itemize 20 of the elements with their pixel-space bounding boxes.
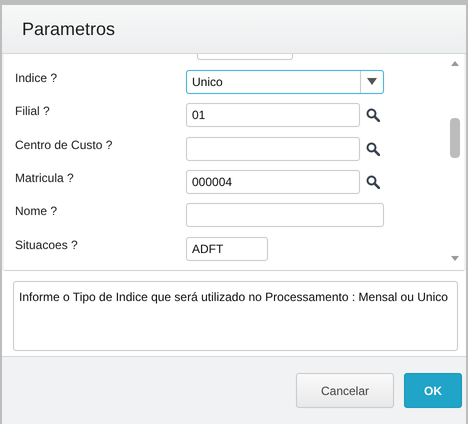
input-field[interactable] xyxy=(197,54,293,60)
search-icon[interactable] xyxy=(366,142,380,156)
field-label: Filial ? xyxy=(15,103,51,118)
field-label: Centro de Custo ? xyxy=(15,136,114,152)
input-field[interactable]: 01 xyxy=(186,103,360,128)
field-label: Situacoes ? xyxy=(15,236,79,252)
dialog-title: Parametros xyxy=(22,18,116,40)
input-field[interactable] xyxy=(186,203,384,228)
dropdown[interactable]: Unico xyxy=(186,70,384,94)
field-label: Nome ? xyxy=(15,203,58,218)
field-label: Indice ? xyxy=(15,70,58,85)
help-text: Informe o Tipo de Indice que será utilizado no Processamento : Mensal ou Unico xyxy=(13,281,458,351)
caret-icon[interactable] xyxy=(367,78,377,86)
input-field[interactable] xyxy=(186,136,360,161)
search-icon[interactable] xyxy=(366,174,380,189)
input-field[interactable]: 000004 xyxy=(186,170,360,194)
field-label: Matricula ? xyxy=(15,170,75,185)
input-field[interactable]: ADFT xyxy=(186,236,268,261)
search-icon[interactable] xyxy=(366,108,380,122)
cancel-button[interactable]: Cancelar xyxy=(296,373,394,408)
